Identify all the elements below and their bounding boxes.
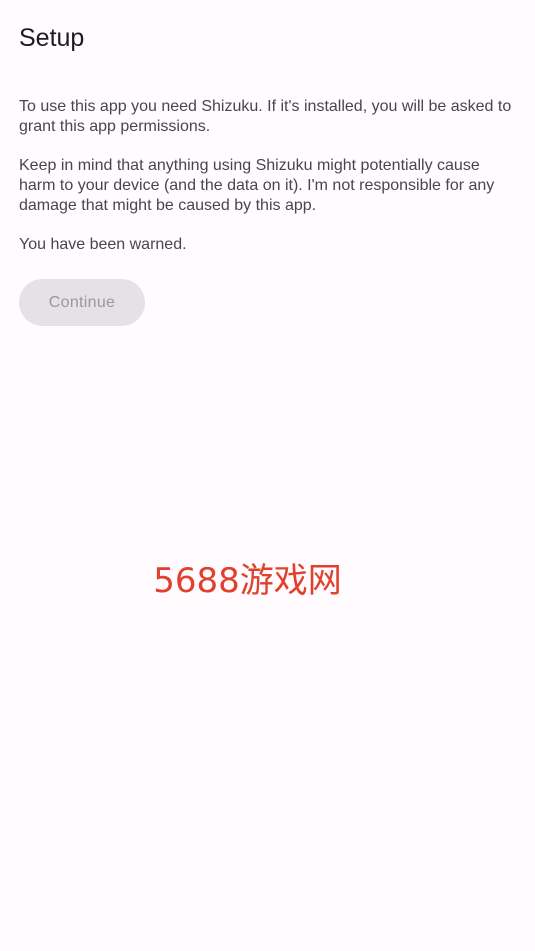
setup-description: To use this app you need Shizuku. If it'… [19, 97, 519, 274]
info-paragraph: To use this app you need Shizuku. If it'… [19, 98, 512, 135]
watermark-text: 5688游戏网 [153, 561, 342, 601]
setup-screen: Setup To use this app you need Shizuku. … [0, 0, 535, 951]
continue-button[interactable]: Continue [19, 279, 145, 326]
warned-paragraph: You have been warned. [19, 236, 187, 253]
page-title: Setup [19, 24, 85, 52]
warning-paragraph: Keep in mind that anything using Shizuku… [19, 157, 495, 214]
